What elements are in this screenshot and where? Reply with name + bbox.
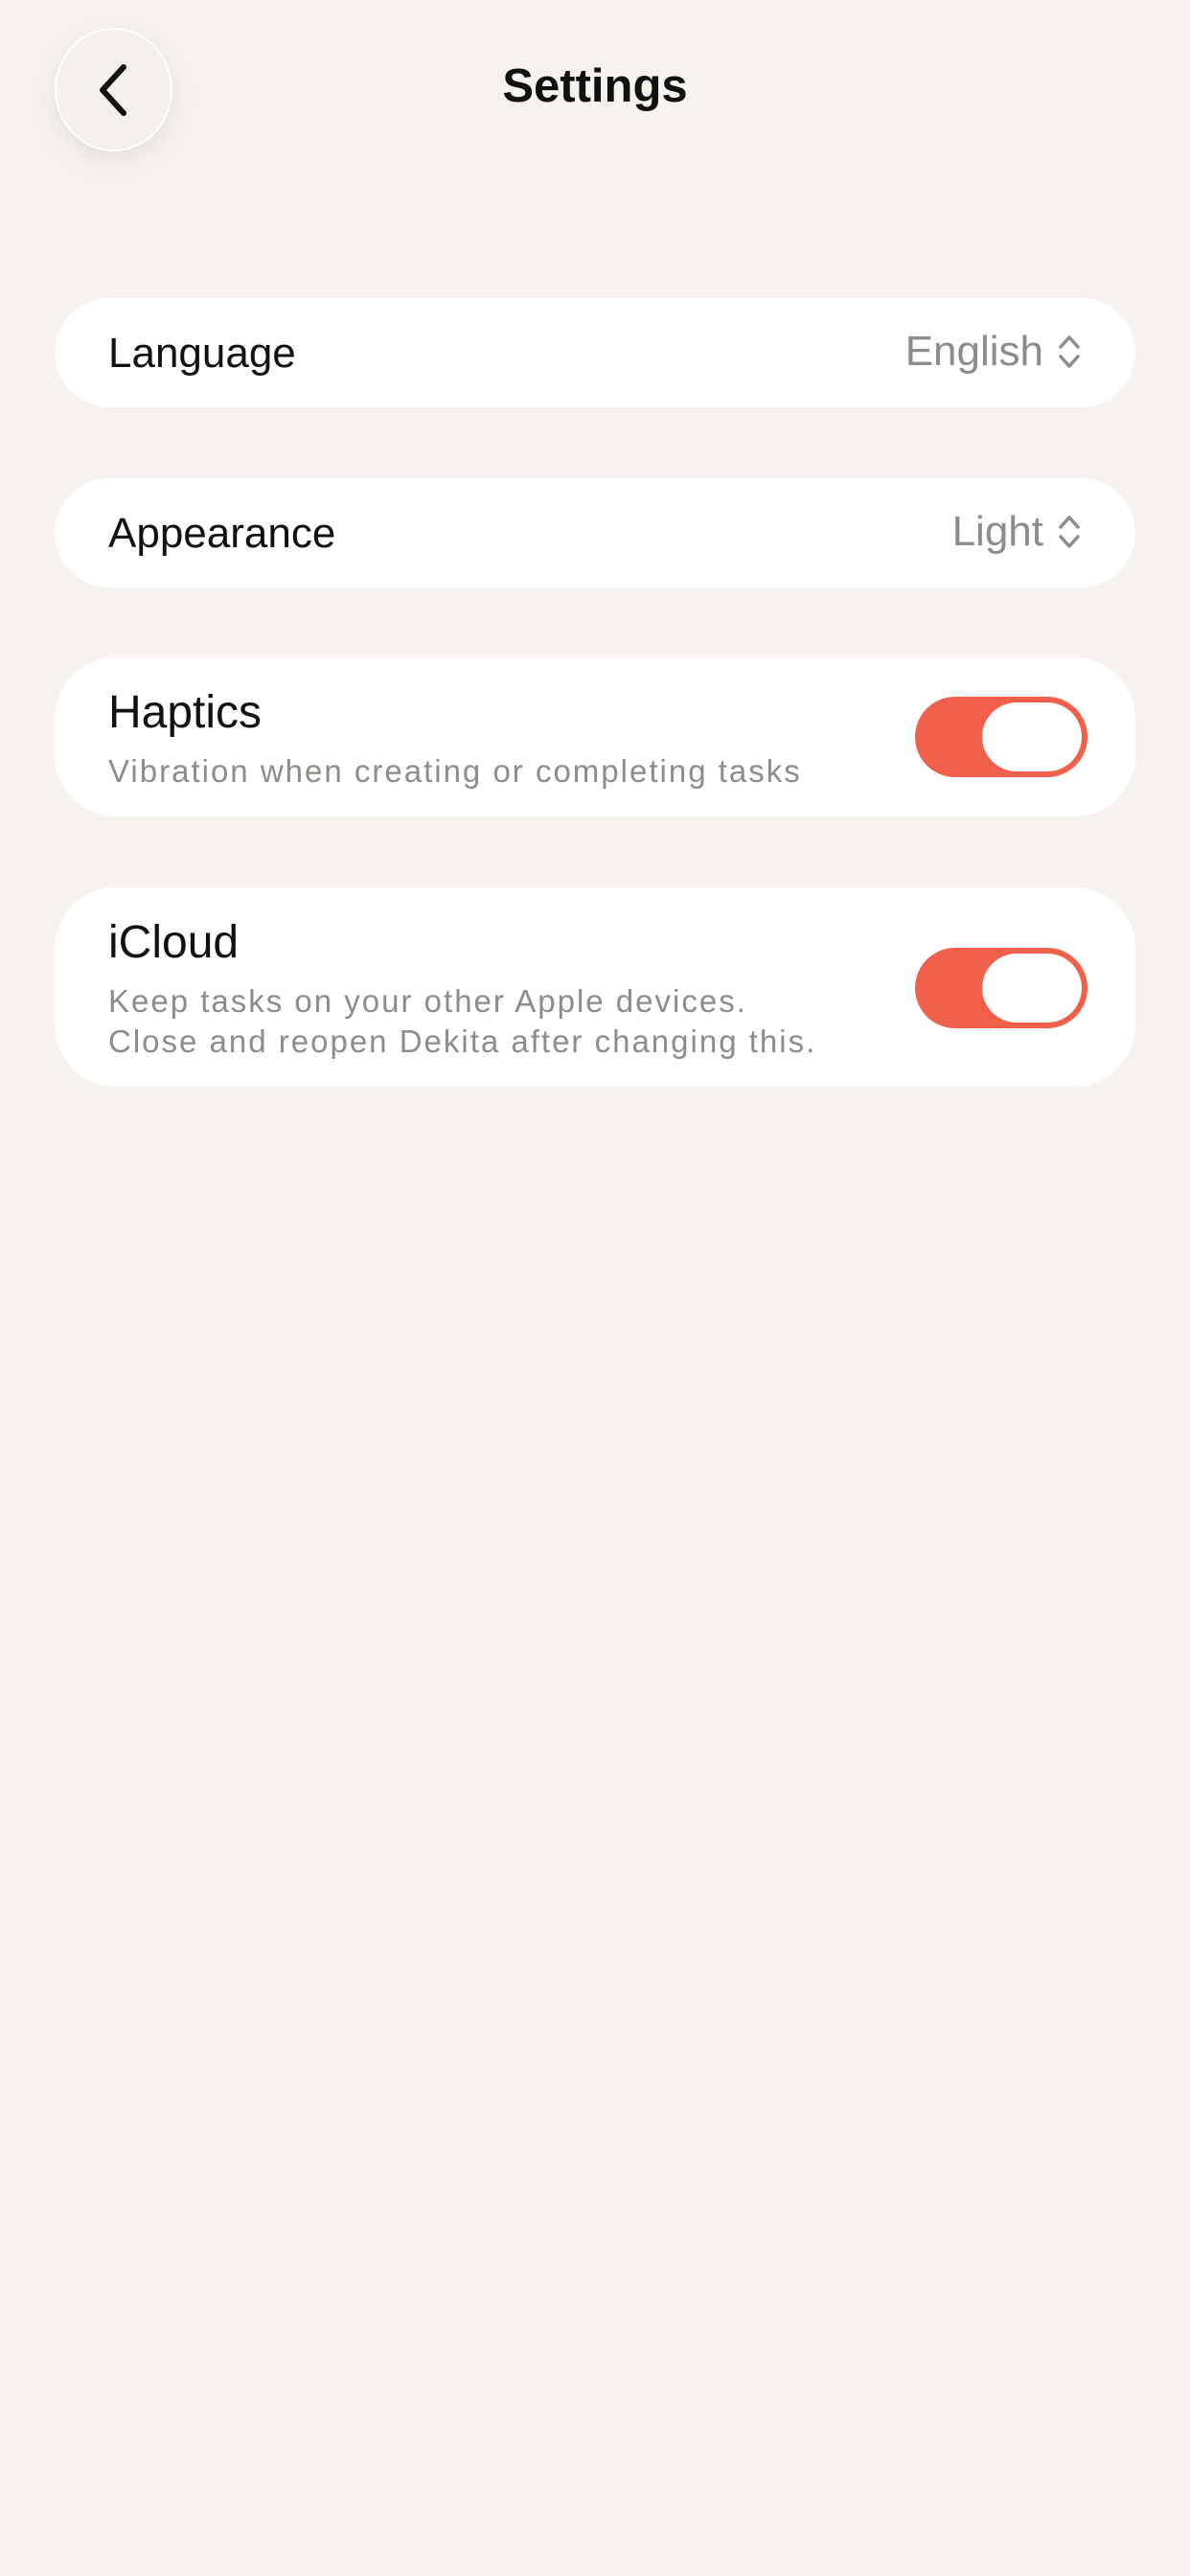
haptics-row: Haptics Vibration when creating or compl… bbox=[55, 657, 1135, 816]
language-label: Language bbox=[108, 330, 296, 377]
appearance-label: Appearance bbox=[108, 510, 336, 557]
haptics-title: Haptics bbox=[108, 687, 263, 738]
appearance-row[interactable]: Appearance Light bbox=[55, 478, 1135, 587]
appearance-value: Light bbox=[951, 508, 1043, 555]
icloud-row: iCloud Keep tasks on your other Apple de… bbox=[55, 887, 1135, 1087]
appearance-picker[interactable]: Light bbox=[952, 508, 1082, 556]
toggle-knob bbox=[982, 954, 1082, 1023]
language-picker[interactable]: English bbox=[905, 328, 1082, 376]
icloud-toggle[interactable] bbox=[915, 948, 1087, 1028]
header: Settings bbox=[0, 0, 1190, 182]
language-value: English bbox=[904, 328, 1043, 375]
page-title: Settings bbox=[502, 60, 688, 112]
icloud-description-line1: Keep tasks on your other Apple devices. bbox=[108, 983, 747, 1019]
haptics-toggle[interactable] bbox=[915, 697, 1087, 777]
chevron-up-down-icon bbox=[1059, 516, 1080, 548]
icloud-title: iCloud bbox=[108, 917, 240, 968]
toggle-knob bbox=[982, 702, 1082, 771]
language-row[interactable]: Language English bbox=[55, 298, 1135, 407]
icloud-description-line2: Close and reopen Dekita after changing t… bbox=[108, 1024, 817, 1059]
chevron-up-down-icon bbox=[1059, 335, 1080, 368]
haptics-description: Vibration when creating or completing ta… bbox=[108, 753, 802, 789]
